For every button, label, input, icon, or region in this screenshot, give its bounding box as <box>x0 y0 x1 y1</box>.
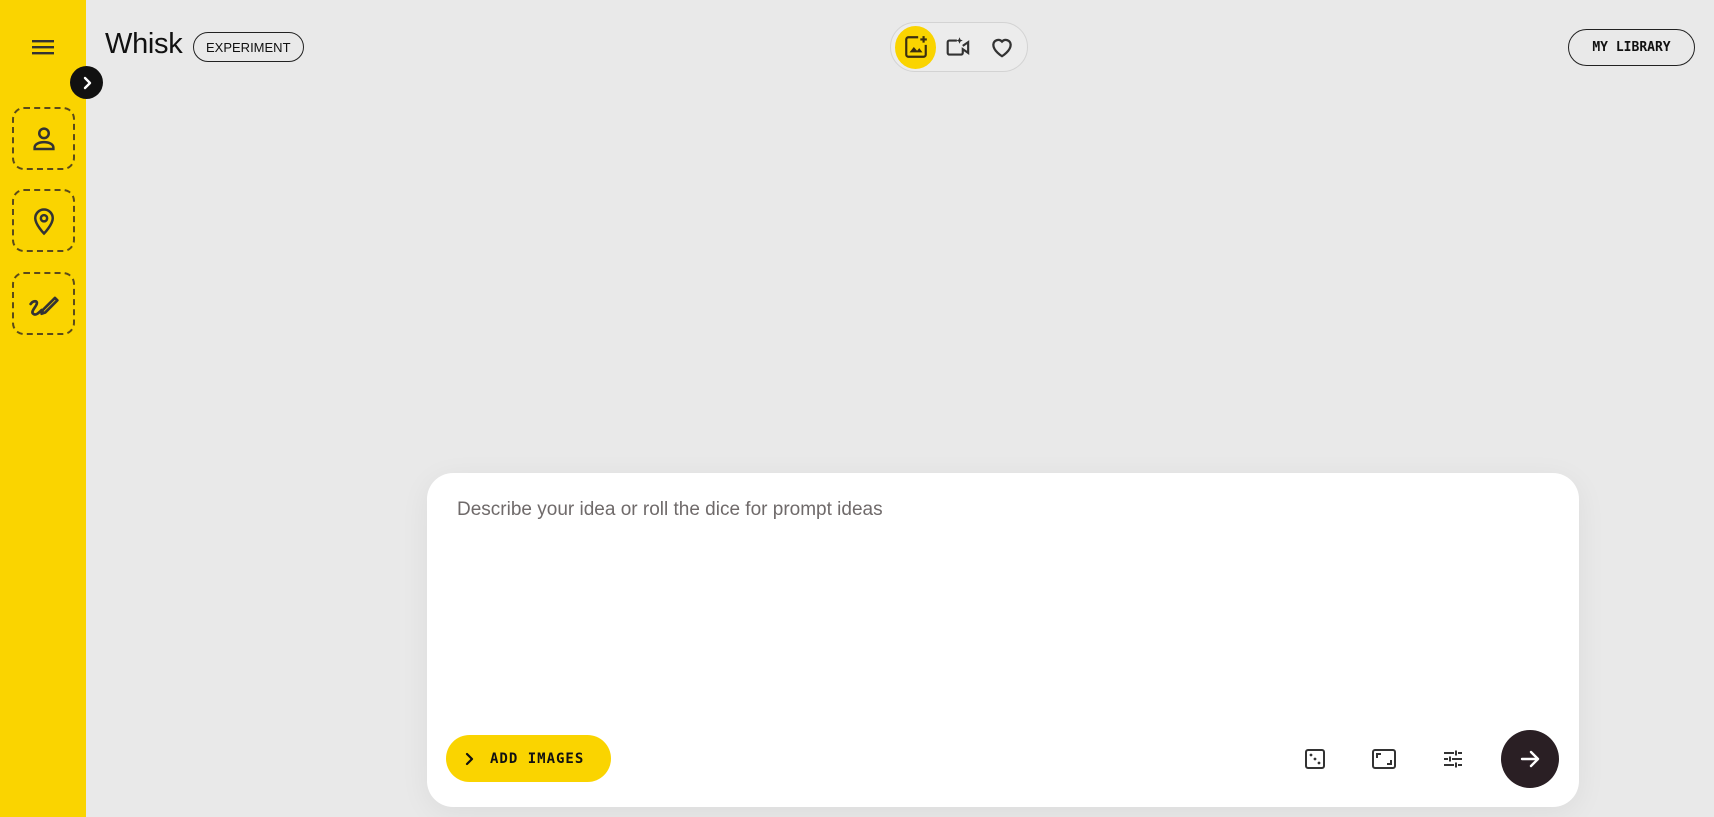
submit-button[interactable] <box>1501 730 1559 788</box>
mode-switch <box>890 22 1028 72</box>
sidebar <box>0 0 86 817</box>
dice-icon <box>1305 749 1325 769</box>
chevron-right-icon <box>83 76 91 89</box>
aspect-ratio-button[interactable] <box>1362 737 1406 781</box>
aspect-ratio-icon <box>1372 749 1396 769</box>
menu-button[interactable] <box>25 32 61 62</box>
expand-sidebar-button[interactable] <box>70 66 103 99</box>
arrow-right-icon <box>1520 750 1540 768</box>
brush-icon <box>28 296 59 316</box>
mode-video-button[interactable] <box>938 26 979 69</box>
add-images-button[interactable]: ADD IMAGES <box>446 735 611 782</box>
settings-button[interactable] <box>1431 737 1475 781</box>
chevron-right-icon <box>465 752 474 765</box>
video-sparkle-icon <box>946 37 970 56</box>
add-photo-icon <box>904 36 927 58</box>
add-images-label: ADD IMAGES <box>490 750 585 767</box>
prompt-card: ADD IMAGES <box>427 473 1579 807</box>
my-library-button[interactable]: MY LIBRARY <box>1568 29 1695 66</box>
scene-slot[interactable] <box>12 189 75 252</box>
mode-favorites-button[interactable] <box>982 26 1023 69</box>
roll-dice-button[interactable] <box>1293 737 1337 781</box>
mode-image-button[interactable] <box>895 25 937 69</box>
location-pin-icon <box>33 207 54 235</box>
style-slot[interactable] <box>12 272 75 335</box>
subject-slot[interactable] <box>12 107 75 170</box>
prompt-input[interactable] <box>455 497 1545 697</box>
experiment-badge: EXPERIMENT <box>193 32 304 62</box>
hamburger-menu-icon <box>32 40 54 55</box>
app-title: Whisk <box>105 28 183 60</box>
heart-icon <box>992 38 1013 58</box>
person-icon <box>32 126 55 150</box>
tune-sliders-icon <box>1444 750 1462 768</box>
